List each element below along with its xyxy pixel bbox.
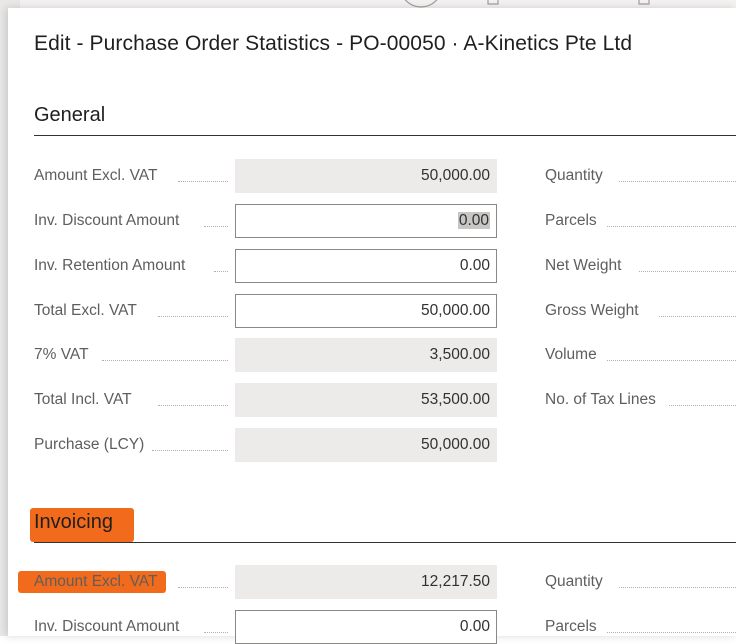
leader-dots — [158, 387, 228, 406]
field-inv-discount-amount-invoicing: Inv. Discount Amount 0.00 — [34, 610, 504, 644]
section-general-header[interactable]: General — [34, 104, 105, 127]
field-label: Inv. Discount Amount — [34, 618, 180, 635]
leader-dots — [659, 298, 736, 317]
field-label: Total Incl. VAT — [34, 391, 132, 408]
field-vat: 7% VAT 3,500.00 — [34, 338, 504, 372]
field-label: Inv. Retention Amount — [34, 257, 186, 274]
field-label: Volume — [545, 346, 597, 363]
field-purchase-lcy: Purchase (LCY) 50,000.00 — [34, 428, 504, 462]
leader-dots — [607, 614, 736, 633]
field-inv-retention-amount: Inv. Retention Amount 0.00 — [34, 249, 504, 283]
field-label: Parcels — [545, 618, 597, 635]
field-parcels: Parcels — [545, 204, 736, 238]
field-value: 53,500.00 — [235, 383, 497, 417]
field-label: No. of Tax Lines — [545, 391, 656, 408]
field-value: 3,500.00 — [235, 338, 497, 372]
inv-discount-input-invoicing[interactable]: 0.00 — [235, 610, 497, 644]
selected-text: 0.00 — [457, 212, 490, 229]
field-total-incl-vat: Total Incl. VAT 53,500.00 — [34, 383, 504, 417]
page-icon — [487, 0, 499, 5]
leader-dots — [158, 298, 228, 317]
leader-dots — [607, 208, 736, 227]
leader-dots — [204, 208, 228, 227]
field-label: Gross Weight — [545, 302, 639, 319]
leader-dots — [152, 432, 228, 451]
dialog-title: Edit - Purchase Order Statistics - PO-00… — [34, 32, 633, 55]
background-toolbar-strip — [20, 0, 736, 8]
total-excl-vat-input[interactable]: 50,000.00 — [235, 294, 497, 328]
field-net-weight: Net Weight — [545, 249, 736, 283]
section-general-divider — [34, 135, 736, 136]
field-label: Parcels — [545, 212, 597, 229]
leader-dots — [619, 163, 736, 182]
field-label: Total Excl. VAT — [34, 302, 137, 319]
field-quantity: Quantity — [545, 159, 736, 193]
field-amount-excl-vat-invoicing: Amount Excl. VAT 12,217.50 — [34, 565, 504, 599]
section-invoicing-header[interactable]: Invoicing — [34, 511, 113, 534]
field-value: 50,000.00 — [235, 159, 497, 193]
field-value: 50,000.00 — [235, 428, 497, 462]
section-invoicing-divider — [34, 542, 736, 543]
inv-retention-input[interactable]: 0.00 — [235, 249, 497, 283]
field-amount-excl-vat: Amount Excl. VAT 50,000.00 — [34, 159, 504, 193]
field-inv-discount-amount: Inv. Discount Amount 0.00 — [34, 204, 504, 238]
field-label: Amount Excl. VAT — [34, 573, 158, 590]
leader-dots — [178, 163, 228, 182]
field-label: Quantity — [545, 573, 603, 590]
leader-dots — [639, 253, 736, 272]
leader-dots — [607, 342, 736, 361]
field-label: Quantity — [545, 167, 603, 184]
field-label: Purchase (LCY) — [34, 436, 145, 453]
statistics-dialog: Edit - Purchase Order Statistics - PO-00… — [8, 8, 736, 644]
field-label: 7% VAT — [34, 346, 89, 363]
field-quantity-invoicing: Quantity — [545, 565, 736, 599]
field-gross-weight: Gross Weight — [545, 294, 736, 328]
leader-dots — [669, 387, 736, 406]
field-label: Amount Excl. VAT — [34, 167, 158, 184]
leader-dots — [102, 342, 228, 361]
page-icon — [638, 0, 650, 5]
leader-dots — [214, 253, 228, 272]
leader-dots — [204, 614, 228, 633]
field-total-excl-vat: Total Excl. VAT 50,000.00 — [34, 294, 504, 328]
field-volume: Volume — [545, 338, 736, 372]
inv-discount-input[interactable]: 0.00 — [235, 204, 497, 238]
leader-dots — [178, 569, 228, 588]
edit-icon — [404, 0, 438, 8]
field-value: 12,217.50 — [235, 565, 497, 599]
field-parcels-invoicing: Parcels — [545, 610, 736, 644]
field-label: Inv. Discount Amount — [34, 212, 180, 229]
field-no-of-tax-lines: No. of Tax Lines — [545, 383, 736, 417]
field-label: Net Weight — [545, 257, 622, 274]
leader-dots — [619, 569, 736, 588]
